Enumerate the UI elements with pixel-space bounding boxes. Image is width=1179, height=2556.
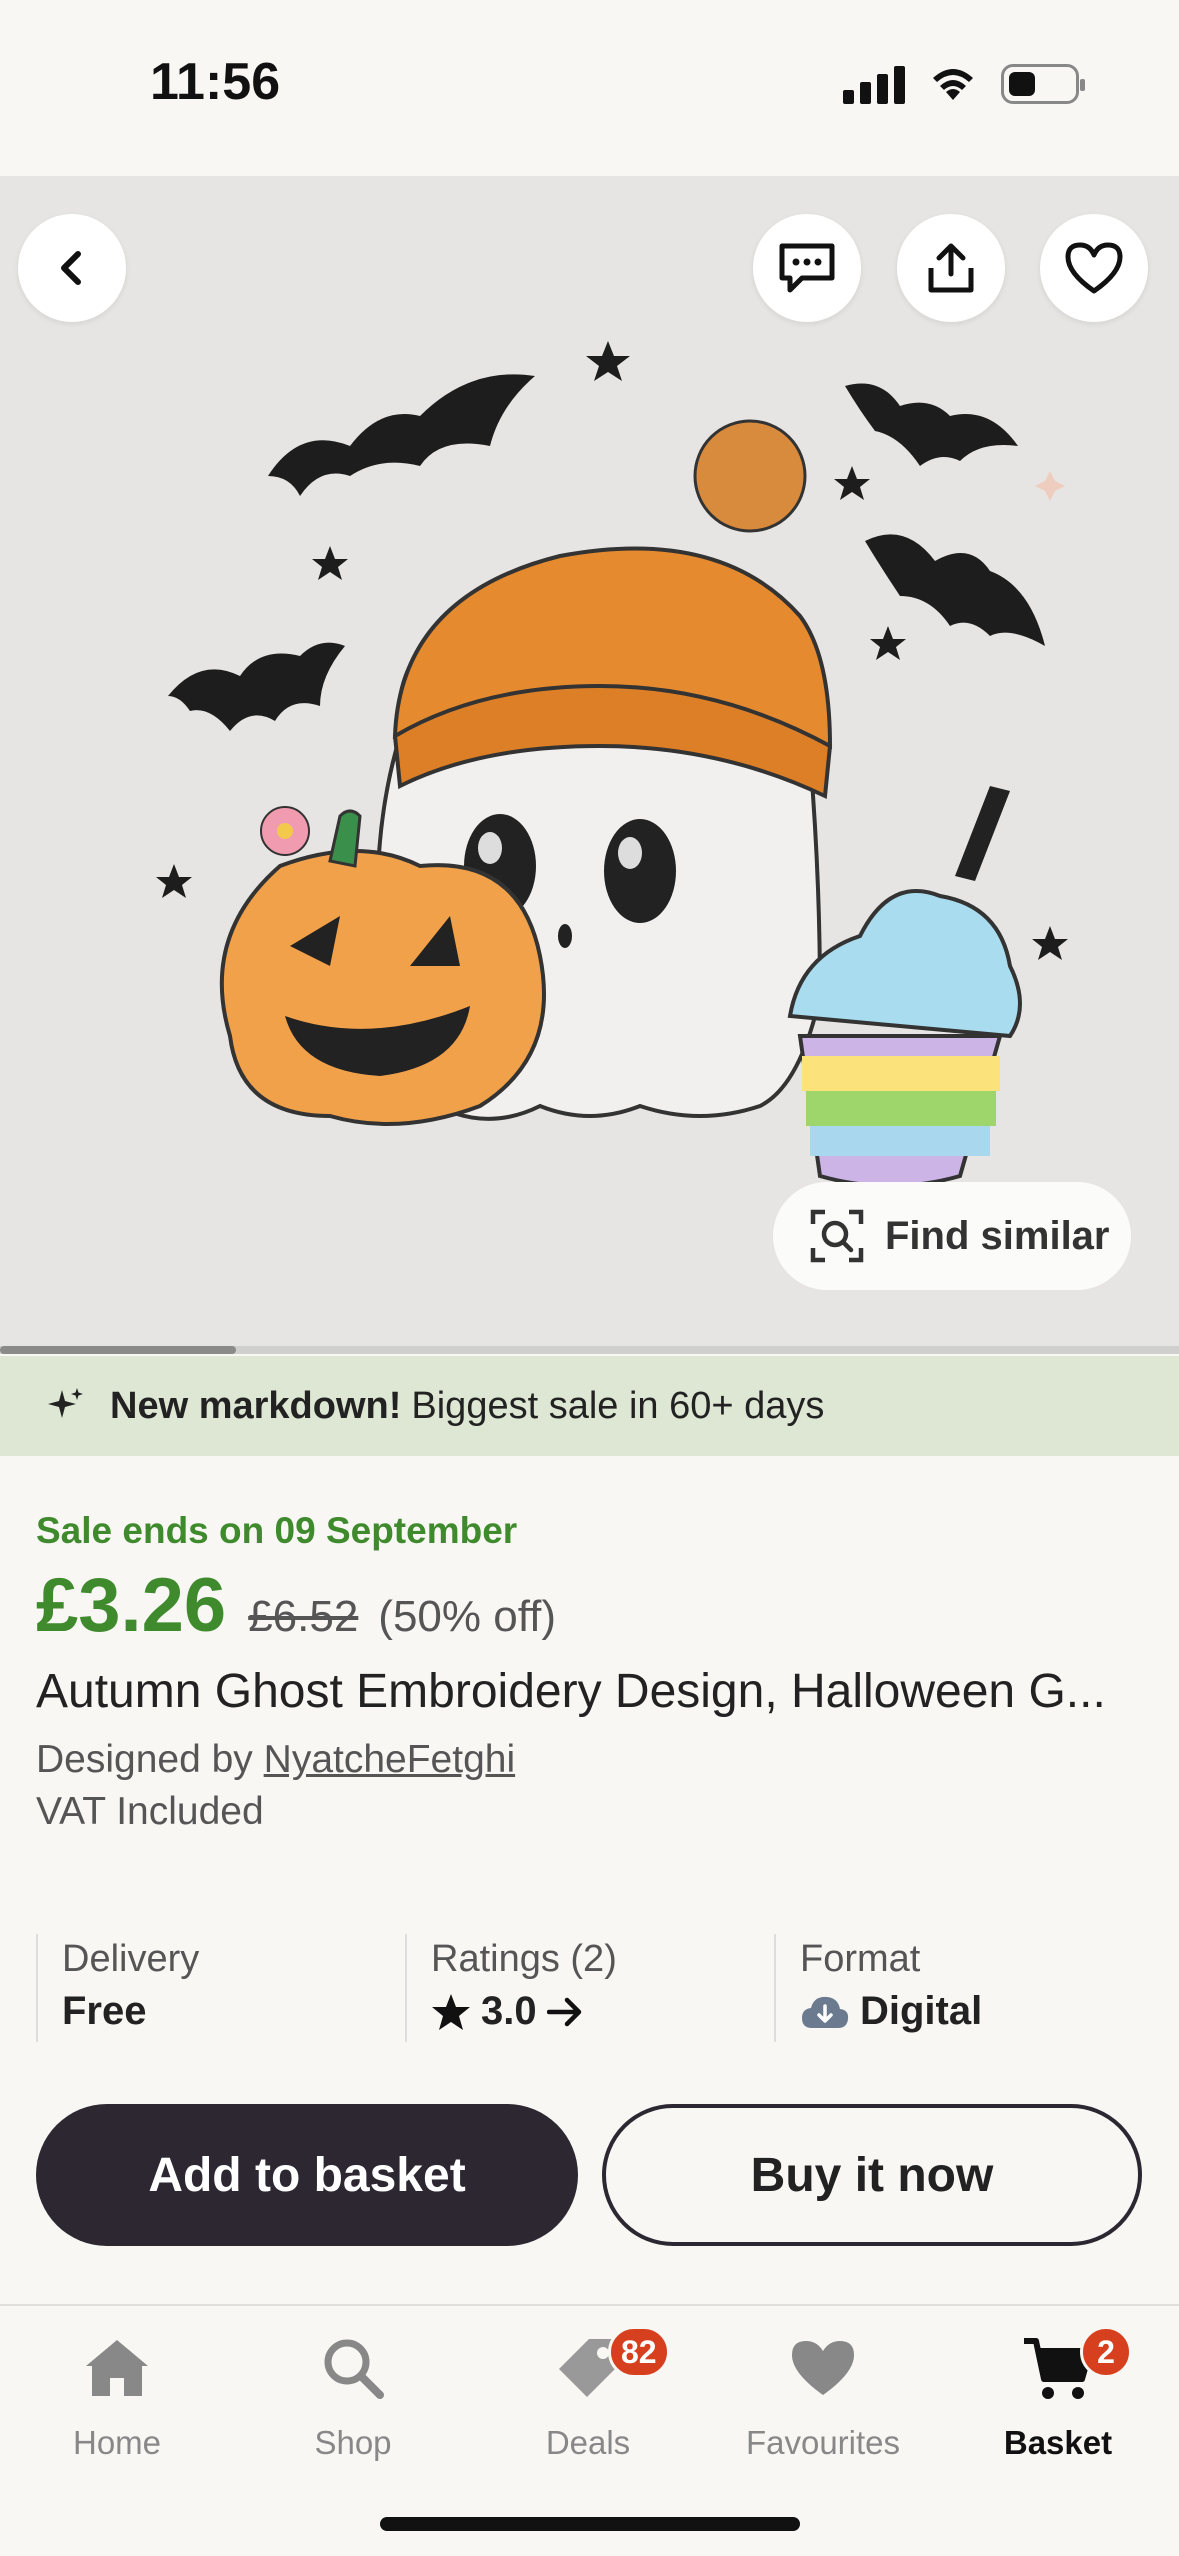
- favourite-button[interactable]: [1040, 214, 1148, 322]
- original-price: £6.52: [248, 1592, 359, 1641]
- price-row: £3.26 £6.52 (50% off): [36, 1562, 556, 1649]
- tab-shop[interactable]: Shop: [253, 2328, 453, 2462]
- tab-home[interactable]: Home: [17, 2328, 217, 2462]
- format-info: Format Digital: [774, 1934, 1143, 2042]
- add-to-basket-button[interactable]: Add to basket: [36, 2104, 578, 2246]
- format-label: Format: [800, 1938, 921, 1980]
- heart-icon: [1065, 242, 1123, 294]
- markdown-text: Biggest sale in 60+ days: [411, 1384, 825, 1427]
- search-icon: [324, 2339, 384, 2399]
- product-info-row: Delivery Free Ratings (2) 3.0 Format Dig…: [36, 1934, 1143, 2042]
- delivery-info: Delivery Free: [36, 1934, 405, 2042]
- tab-favourites-label: Favourites: [745, 2424, 901, 2461]
- product-image[interactable]: Find similar: [0, 176, 1179, 1354]
- tab-basket-label: Basket: [1003, 2424, 1113, 2461]
- star-icon: [432, 1993, 470, 2030]
- basket-badge: 2: [1080, 2326, 1132, 2378]
- current-price: £3.26: [36, 1563, 227, 1648]
- ratings-info[interactable]: Ratings (2) 3.0: [405, 1934, 774, 2042]
- tab-home-label: Home: [72, 2424, 162, 2461]
- arrow-right-icon: [546, 1997, 581, 2026]
- ratings-label: Ratings (2): [431, 1938, 617, 1980]
- deals-badge: 82: [608, 2326, 670, 2378]
- home-indicator: [380, 2517, 800, 2531]
- share-button[interactable]: [897, 214, 1005, 322]
- status-time: 11:56: [150, 53, 281, 111]
- markdown-title: New markdown!: [110, 1384, 402, 1427]
- designed-by-prefix: Designed by: [36, 1738, 253, 1781]
- format-value-row: Digital: [800, 1989, 1143, 2034]
- find-similar-label: Find similar: [885, 1213, 1110, 1258]
- designer-shop-link[interactable]: NyatcheFetghi: [264, 1738, 515, 1781]
- tab-basket[interactable]: 2 Basket: [958, 2326, 1158, 2462]
- cloud-download-icon: [802, 1996, 849, 2028]
- battery-icon: [1001, 64, 1085, 104]
- tab-deals-label: Deals: [545, 2424, 631, 2461]
- tab-deals[interactable]: 82 Deals: [488, 2326, 688, 2462]
- message-icon: [779, 243, 835, 293]
- ghost-embroidery-illustration: [0, 176, 1179, 1354]
- sparkle-icon: [48, 1388, 83, 1418]
- sale-ends-text: Sale ends on 09 September: [36, 1510, 518, 1551]
- tab-favourites[interactable]: Favourites: [723, 2328, 923, 2462]
- status-icons: [843, 64, 1085, 104]
- heart-icon: [792, 2341, 854, 2395]
- delivery-label: Delivery: [62, 1938, 200, 1980]
- product-title[interactable]: Autumn Ghost Embroidery Design, Hallowee…: [36, 1664, 1146, 1719]
- ratings-value: 3.0: [481, 1989, 537, 2033]
- vat-text: VAT Included: [36, 1790, 264, 1833]
- markdown-banner: New markdown! Biggest sale in 60+ days: [0, 1356, 1179, 1456]
- tab-shop-label: Shop: [314, 2424, 392, 2461]
- buy-it-now-button[interactable]: Buy it now: [602, 2104, 1142, 2246]
- status-bar: 11:56: [0, 0, 1179, 176]
- home-icon: [86, 2340, 148, 2396]
- message-button[interactable]: [753, 214, 861, 322]
- wifi-icon: [933, 69, 973, 100]
- ratings-value-row: 3.0: [431, 1989, 774, 2034]
- back-icon: [61, 251, 81, 285]
- visual-search-icon: [810, 1209, 864, 1263]
- back-button[interactable]: [18, 214, 126, 322]
- delivery-value: Free: [62, 1989, 147, 2033]
- format-value: Digital: [860, 1989, 983, 2033]
- signal-icon: [843, 64, 905, 104]
- image-carousel-progress: [0, 1346, 1179, 1354]
- discount-label: (50% off): [378, 1592, 557, 1641]
- find-similar-button[interactable]: Find similar: [773, 1182, 1131, 1290]
- share-icon: [928, 243, 974, 293]
- designer-line: Designed by NyatcheFetghi: [36, 1738, 515, 1782]
